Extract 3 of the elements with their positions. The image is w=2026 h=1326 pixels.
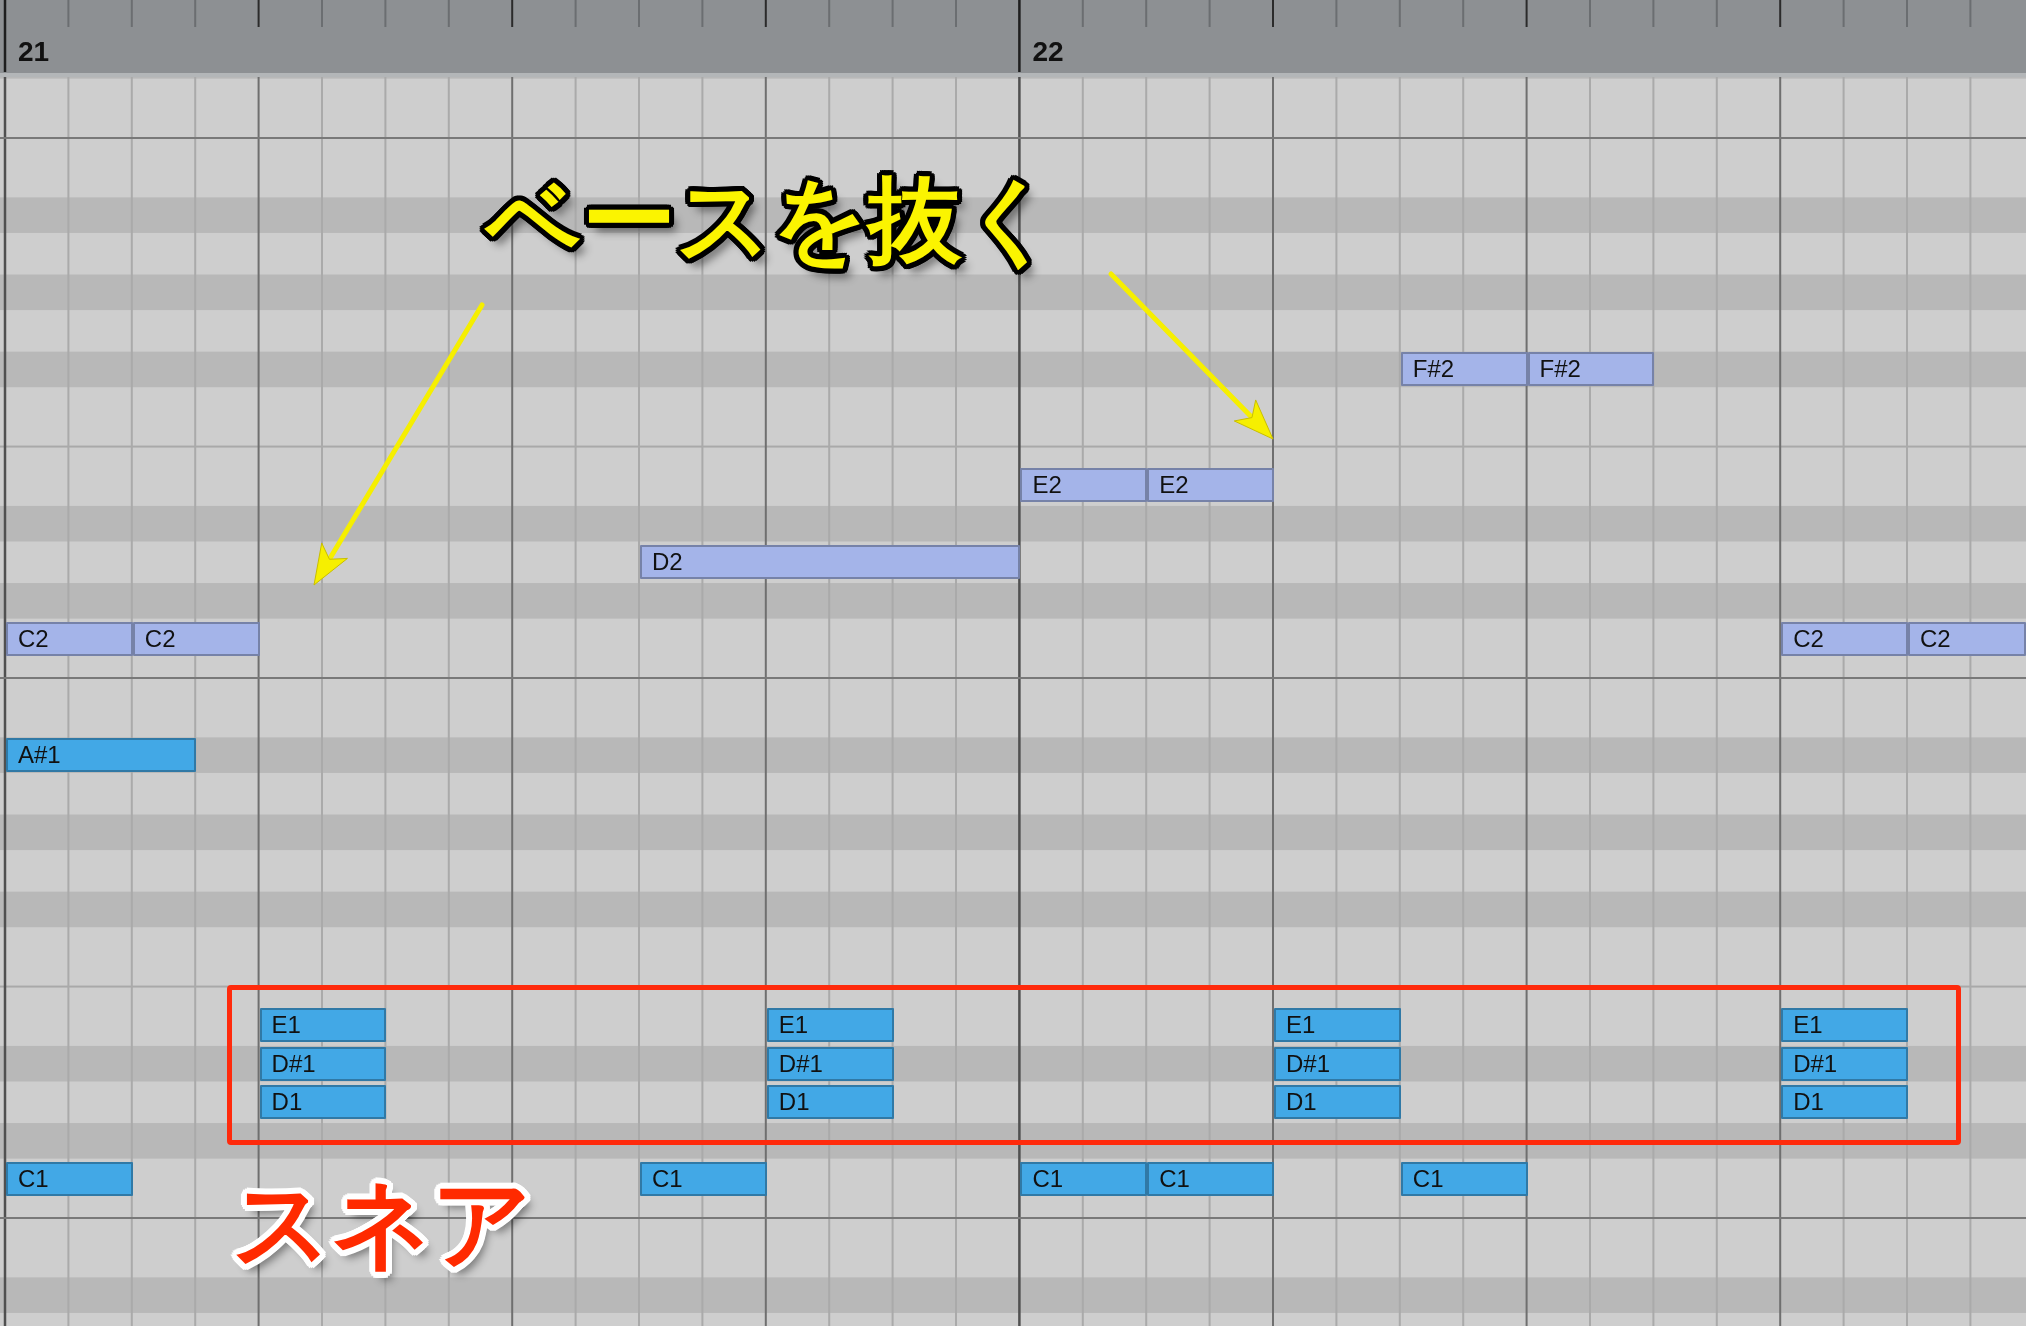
bar-number: 22 bbox=[1032, 38, 1064, 66]
timeline-ruler[interactable]: 21 22 bbox=[0, 0, 2026, 77]
bar-number: 21 bbox=[18, 38, 50, 66]
